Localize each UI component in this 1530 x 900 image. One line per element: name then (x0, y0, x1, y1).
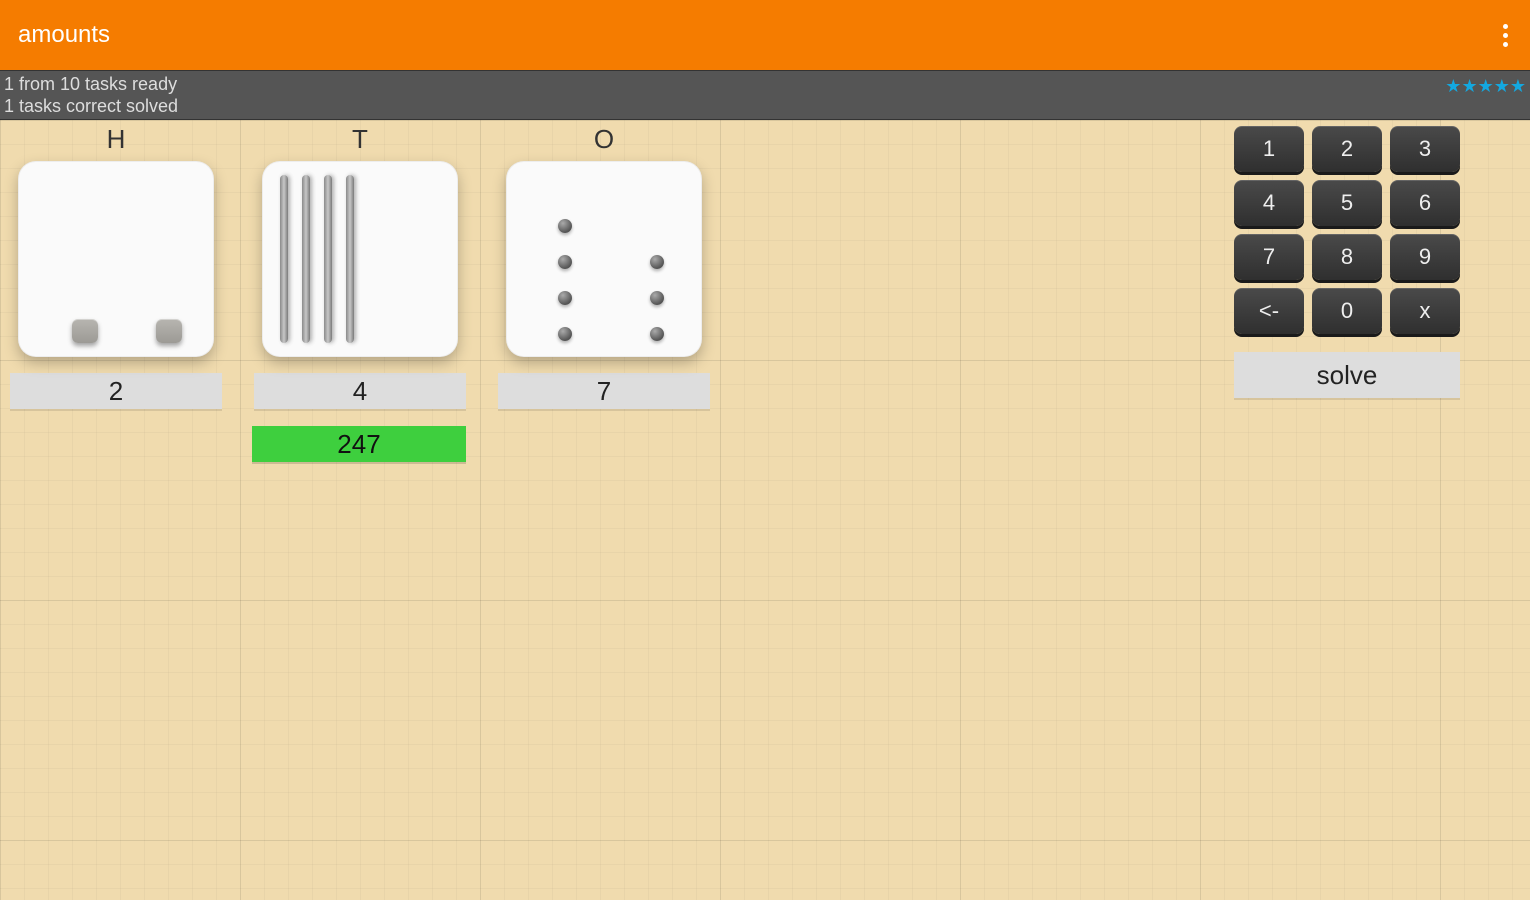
one-dot-icon (558, 219, 572, 233)
key-2[interactable]: 2 (1312, 126, 1382, 172)
work-area: H 2 T 4 O (0, 120, 1530, 900)
key-1[interactable]: 1 (1234, 126, 1304, 172)
key-0[interactable]: 0 (1312, 288, 1382, 334)
one-dot-icon (650, 255, 664, 269)
key-7[interactable]: 7 (1234, 234, 1304, 280)
app-header: amounts (0, 0, 1530, 70)
ten-rod-icon (280, 175, 288, 343)
status-line-1: 1 from 10 tasks ready (4, 73, 178, 95)
key-6[interactable]: 6 (1390, 180, 1460, 226)
one-dot-icon (558, 291, 572, 305)
key-5[interactable]: 5 (1312, 180, 1382, 226)
hundreds-column: H 2 (10, 124, 222, 409)
tens-card[interactable] (262, 161, 458, 357)
star-icon: ★ (1510, 75, 1526, 97)
place-value-columns: H 2 T 4 O (10, 124, 710, 409)
one-dot-icon (558, 255, 572, 269)
tens-column: T 4 (254, 124, 466, 409)
hundred-block-icon (72, 319, 98, 343)
one-dot-icon (650, 327, 664, 341)
key-4[interactable]: 4 (1234, 180, 1304, 226)
key-3[interactable]: 3 (1390, 126, 1460, 172)
ones-label: O (594, 124, 614, 155)
star-icon: ★ (1461, 75, 1477, 97)
status-bar: 1 from 10 tasks ready 1 tasks correct so… (0, 70, 1530, 120)
hundreds-label: H (107, 124, 126, 155)
key-backspace[interactable]: <- (1234, 288, 1304, 334)
key-8[interactable]: 8 (1312, 234, 1382, 280)
ones-value: 7 (498, 373, 710, 409)
one-dot-icon (650, 291, 664, 305)
status-line-2: 1 tasks correct solved (4, 95, 178, 117)
ten-rod-icon (346, 175, 354, 343)
keypad: 1 2 3 4 5 6 7 8 9 <- 0 x solve (1234, 126, 1460, 398)
solve-button[interactable]: solve (1234, 352, 1460, 398)
app-title: amounts (18, 21, 110, 49)
answer-display[interactable]: 247 (252, 426, 466, 462)
hundreds-value: 2 (10, 373, 222, 409)
key-9[interactable]: 9 (1390, 234, 1460, 280)
hundred-block-icon (156, 319, 182, 343)
ones-card[interactable] (506, 161, 702, 357)
star-rating: ★ ★ ★ ★ ★ (1445, 73, 1526, 97)
tens-value: 4 (254, 373, 466, 409)
star-icon: ★ (1478, 75, 1494, 97)
one-dot-icon (558, 327, 572, 341)
overflow-menu-icon[interactable] (1499, 18, 1512, 53)
ones-column: O 7 (498, 124, 710, 409)
hundreds-card[interactable] (18, 161, 214, 357)
tens-label: T (352, 124, 368, 155)
ten-rod-icon (302, 175, 310, 343)
status-text: 1 from 10 tasks ready 1 tasks correct so… (4, 73, 178, 117)
star-icon: ★ (1494, 75, 1510, 97)
key-clear[interactable]: x (1390, 288, 1460, 334)
ten-rod-icon (324, 175, 332, 343)
star-icon: ★ (1445, 75, 1461, 97)
